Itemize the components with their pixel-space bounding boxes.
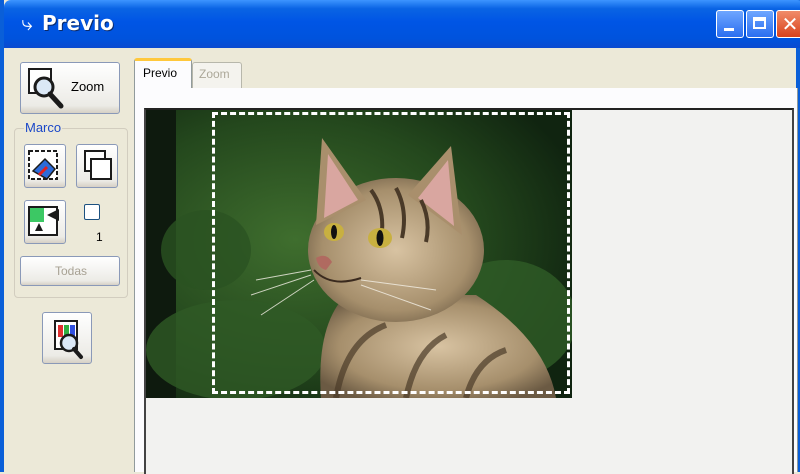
copy-marquee-button[interactable] xyxy=(76,144,118,188)
close-icon: ✕ xyxy=(781,12,799,36)
delete-marquee-button[interactable] xyxy=(24,200,66,244)
preview-image-area[interactable] xyxy=(144,108,794,474)
magnifier-icon xyxy=(28,68,64,109)
selection-marquee[interactable] xyxy=(212,112,570,394)
tab-previo-label: Previo xyxy=(143,66,178,80)
image-adjust-icon xyxy=(54,320,83,359)
copy-marquee-icon xyxy=(84,150,112,180)
minimize-button[interactable] xyxy=(716,10,744,38)
maximize-button[interactable] xyxy=(746,10,774,38)
marquee-count: 1 xyxy=(96,230,103,244)
title-bar[interactable]: ⤷ Previo ✕ xyxy=(4,0,800,48)
window-title: Previo xyxy=(42,11,114,35)
auto-locate-button[interactable] xyxy=(24,144,66,188)
tab-zoom-label: Zoom xyxy=(199,67,230,81)
delete-marquee-icon xyxy=(28,206,59,236)
image-adjust-button[interactable] xyxy=(42,312,92,364)
marco-label: Marco xyxy=(24,120,63,135)
auto-locate-icon xyxy=(28,150,58,180)
tab-zoom[interactable]: Zoom xyxy=(192,62,242,88)
scanner-icon: ⤷ xyxy=(21,11,33,35)
zoom-button[interactable]: Zoom xyxy=(20,62,120,114)
todas-button[interactable]: Todas xyxy=(20,256,120,286)
todas-button-label: Todas xyxy=(54,264,88,278)
tab-previo[interactable]: Previo xyxy=(134,58,192,88)
zoom-button-label: Zoom xyxy=(71,79,105,94)
close-button[interactable]: ✕ xyxy=(776,10,800,38)
marquee-count-checkbox[interactable] xyxy=(84,204,100,220)
